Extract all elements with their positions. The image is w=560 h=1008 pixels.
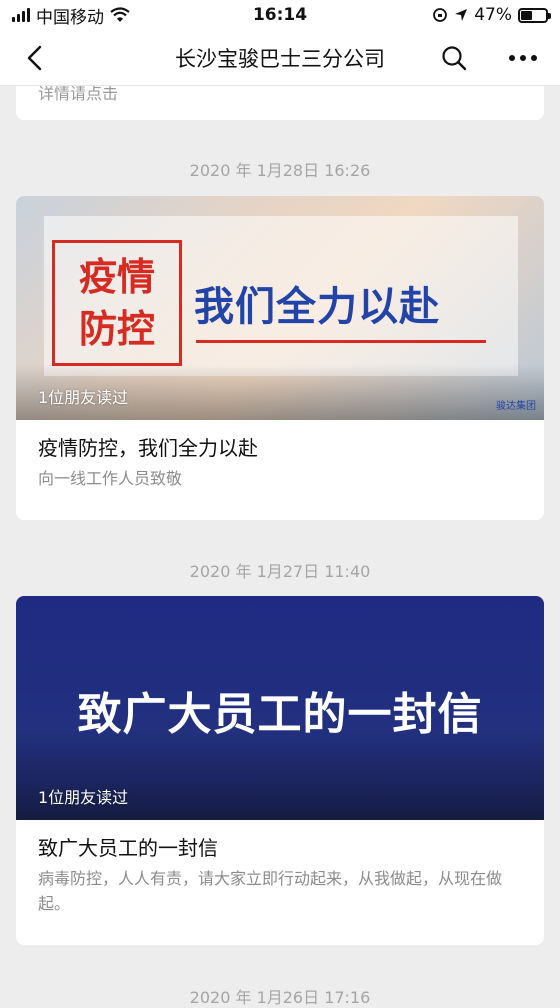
page-title: 长沙宝骏巴士三分公司	[175, 46, 385, 71]
status-time: 16:14	[252, 5, 308, 25]
friends-read-label: 1位朋友读过	[38, 388, 129, 407]
friends-read-label: 1位朋友读过	[38, 788, 129, 807]
article-desc: 病毒防控，人人有责，请大家立即行动起来，从我做起，从现在做起。	[38, 869, 503, 913]
article-time-label: 2020 年 1月27日 11:40	[189, 562, 371, 581]
cover-slogan: 我们全力以赴	[194, 284, 440, 330]
stamp-line-2: 防控	[78, 307, 155, 351]
brand-logo: 骏达集团	[496, 401, 536, 412]
article-desc: 向一线工作人员致敬	[38, 469, 183, 488]
battery-icon	[518, 7, 551, 23]
partial-card-text: 详情请点击	[38, 86, 119, 103]
battery-fill	[521, 10, 533, 20]
cover-headline: 致广大员工的一封信	[77, 689, 483, 740]
article-card[interactable]: 致广大员工的一封信 1位朋友读过 致广大员工的一封信 病毒防控，人人有责，请大家…	[16, 596, 544, 945]
wifi-icon	[110, 7, 130, 22]
article-cover-image: 疫情 防控 我们全力以赴 骏达集团 1位朋友读过	[16, 196, 544, 420]
orientation-lock-icon	[433, 8, 448, 22]
cover-stamp: 疫情 防控	[52, 240, 182, 366]
article-body: 致广大员工的一封信 病毒防控，人人有责，请大家立即行动起来，从我做起，从现在做起…	[16, 820, 544, 916]
article-title: 疫情防控，我们全力以赴	[38, 436, 258, 460]
signal-icon	[12, 8, 30, 22]
battery-percent: 47%	[474, 5, 512, 25]
search-icon[interactable]	[440, 44, 468, 72]
cover-banner: 疫情 防控 我们全力以赴	[44, 216, 518, 376]
stamp-line-1: 疫情	[78, 255, 155, 299]
status-bar: 中国移动 16:14 47%	[0, 0, 560, 30]
article-body: 疫情防控，我们全力以赴 向一线工作人员致敬	[16, 420, 544, 491]
more-icon[interactable]	[506, 44, 540, 72]
nav-bar: 长沙宝骏巴士三分公司	[0, 30, 560, 86]
slogan-underline	[196, 340, 486, 343]
status-right: 47%	[432, 5, 551, 25]
article-time-label: 2020 年 1月26日 17:16	[189, 988, 371, 1007]
article-card[interactable]: 疫情 防控 我们全力以赴 骏达集团 1位朋友读过 疫情防控，我们全力以赴 向一线…	[16, 196, 544, 520]
article-card-partial[interactable]: 详情请点击	[16, 86, 544, 120]
carrier-label: 中国移动	[36, 7, 104, 28]
back-arrow-icon[interactable]	[22, 44, 50, 72]
article-title: 致广大员工的一封信	[38, 836, 218, 860]
status-left: 中国移动	[12, 3, 130, 28]
location-icon	[455, 9, 468, 21]
article-time-label: 2020 年 1月28日 16:26	[189, 161, 371, 180]
article-cover-image: 致广大员工的一封信 1位朋友读过	[16, 596, 544, 820]
